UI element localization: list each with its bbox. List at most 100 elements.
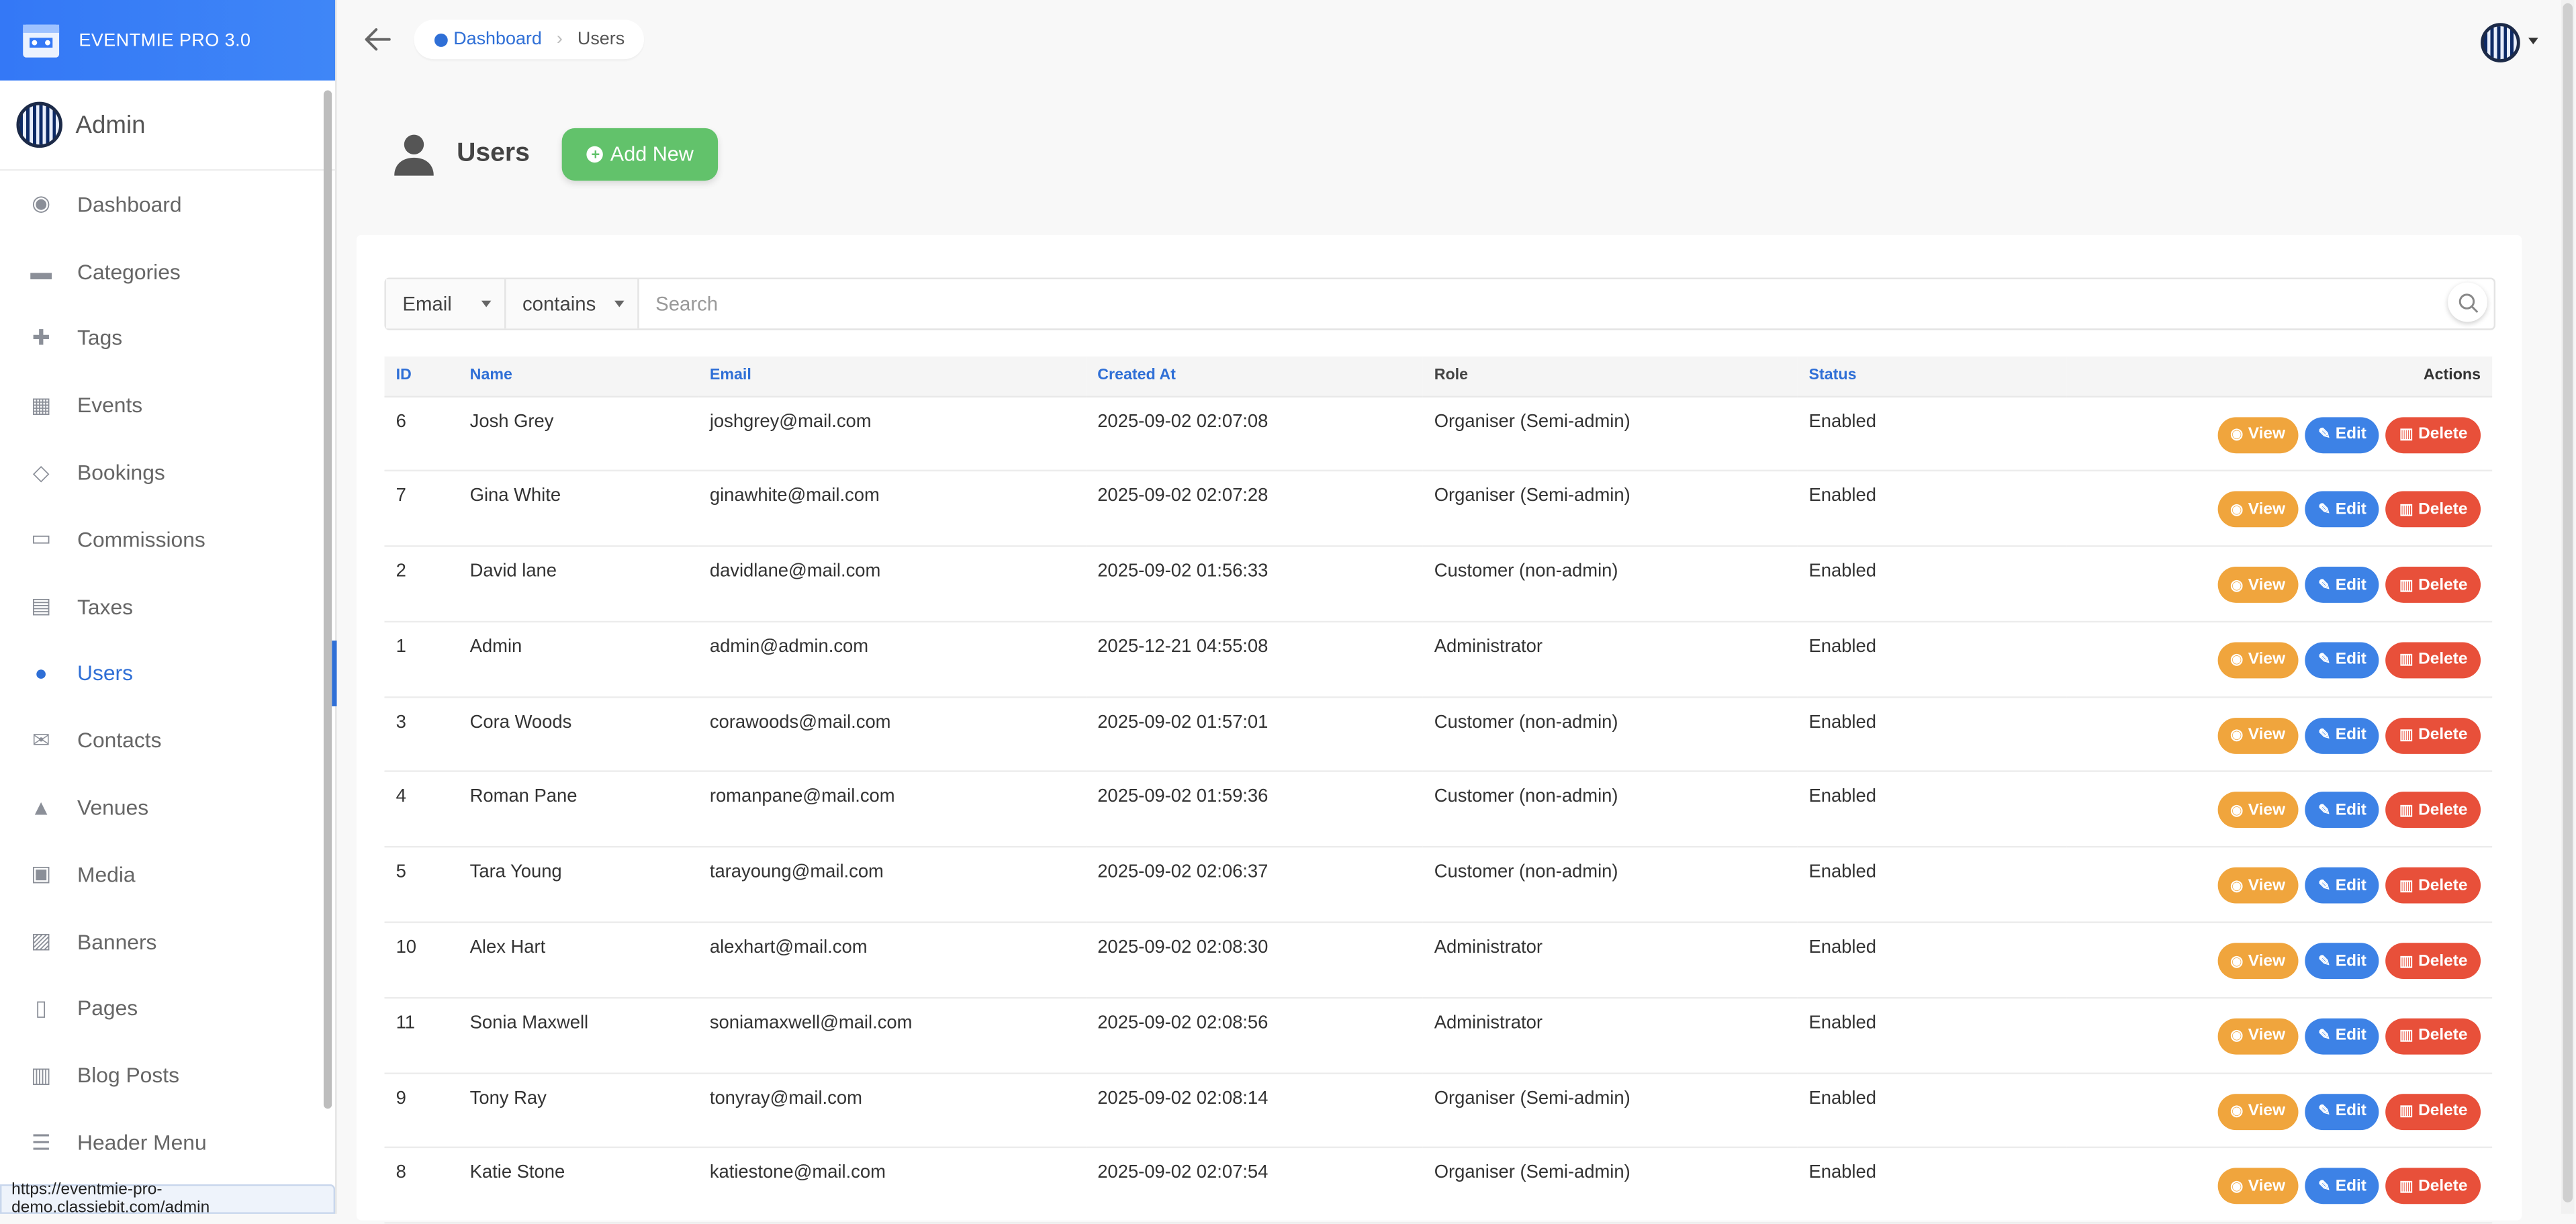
view-button[interactable]: ◉ View	[2217, 491, 2299, 528]
user-menu-avatar[interactable]	[2481, 23, 2520, 62]
page-scrollbar-thumb[interactable]	[2563, 3, 2573, 1203]
cell-role: Customer (non-admin)	[1434, 712, 1618, 733]
delete-button[interactable]: ▥ Delete	[2386, 867, 2481, 904]
delete-button[interactable]: ▥ Delete	[2386, 792, 2481, 829]
delete-button[interactable]: ▥ Delete	[2386, 943, 2481, 980]
edit-button[interactable]: ✎ Edit	[2305, 642, 2380, 679]
delete-button[interactable]: ▥ Delete	[2386, 416, 2481, 453]
search-input[interactable]: Search	[639, 279, 2448, 328]
breadcrumb-dashboard[interactable]: Dashboard	[434, 30, 542, 49]
table-row: 11 Sonia Maxwell soniamaxwell@mail.com 2025…	[384, 998, 2493, 1073]
edit-icon: ✎	[2317, 651, 2331, 668]
view-button[interactable]: ◉ View	[2217, 792, 2299, 829]
page-scrollbar[interactable]	[2561, 0, 2575, 1214]
sidebar-item-commissions[interactable]: ▭ Commissions	[0, 506, 335, 573]
trash-icon: ▥	[2399, 726, 2413, 743]
delete-button[interactable]: ▥ Delete	[2386, 642, 2481, 679]
filter-field-select[interactable]: Email	[385, 279, 506, 329]
view-button[interactable]: ◉ View	[2217, 867, 2299, 904]
sidebar-item-tags[interactable]: ✚ Tags	[0, 305, 335, 372]
delete-button[interactable]: ▥ Delete	[2386, 1093, 2481, 1130]
cell-created: 2025-09-02 02:08:14	[1097, 1088, 1269, 1109]
status-url: https://eventmie-pro-demo.classiebit.com…	[0, 1181, 336, 1217]
edit-button[interactable]: ✎ Edit	[2305, 416, 2380, 453]
delete-button[interactable]: ▥ Delete	[2386, 717, 2481, 754]
add-new-button[interactable]: + Add New	[562, 128, 719, 181]
search-button[interactable]	[2448, 282, 2487, 322]
column-header-status[interactable]: Status	[1797, 356, 2067, 397]
column-header-email[interactable]: Email	[698, 356, 1087, 397]
cell-role: Organiser (Semi-admin)	[1434, 411, 1630, 432]
sidebar-item-banners[interactable]: ▨ Banners	[0, 908, 335, 975]
cell-id: 2	[396, 561, 406, 582]
edit-button[interactable]: ✎ Edit	[2305, 792, 2380, 829]
filter-operator-value: contains	[522, 292, 596, 316]
delete-button[interactable]: ▥ Delete	[2386, 567, 2481, 604]
cell-actions: ◉ View ✎ Edit ▥ Delete	[2067, 547, 2493, 622]
edit-button[interactable]: ✎ Edit	[2305, 867, 2380, 904]
sidebar-item-events[interactable]: ▦ Events	[0, 372, 335, 439]
admin-profile[interactable]: Admin	[0, 81, 336, 171]
sidebar-item-label: Users	[77, 661, 134, 686]
cell-email: soniamaxwell@mail.com	[709, 1013, 913, 1033]
caret-down-icon[interactable]	[2528, 38, 2538, 45]
view-button[interactable]: ◉ View	[2217, 1018, 2299, 1055]
sidebar-item-venues[interactable]: ▲ Venues	[0, 774, 335, 841]
cell-actions: ◉ View ✎ Edit ▥ Delete	[2067, 998, 2493, 1073]
search-icon	[2458, 293, 2478, 312]
delete-label: Delete	[2418, 500, 2468, 519]
column-header-id[interactable]: ID	[384, 356, 459, 397]
edit-button[interactable]: ✎ Edit	[2305, 717, 2380, 754]
edit-button[interactable]: ✎ Edit	[2305, 1168, 2380, 1205]
view-button[interactable]: ◉ View	[2217, 1168, 2299, 1205]
sidebar-item-bookings[interactable]: ◇ Bookings	[0, 439, 335, 506]
edit-button[interactable]: ✎ Edit	[2305, 943, 2380, 980]
view-button[interactable]: ◉ View	[2217, 943, 2299, 980]
delete-button[interactable]: ▥ Delete	[2386, 1168, 2481, 1205]
view-button[interactable]: ◉ View	[2217, 642, 2299, 679]
view-button[interactable]: ◉ View	[2217, 416, 2299, 453]
trash-icon: ▥	[2399, 951, 2413, 969]
sidebar-item-header-menu[interactable]: ☰ Header Menu	[0, 1109, 335, 1176]
sidebar-item-blog-posts[interactable]: ▥ Blog Posts	[0, 1042, 335, 1109]
blog-icon: ▥	[31, 1062, 52, 1087]
filter-operator-select[interactable]: contains	[506, 279, 639, 329]
cell-status: Enabled	[1808, 486, 1876, 507]
cell-status: Enabled	[1808, 712, 1876, 733]
delete-button[interactable]: ▥ Delete	[2386, 1018, 2481, 1055]
table-header-row: ID Name Email Created At Role Status Act…	[384, 356, 2493, 397]
delete-button[interactable]: ▥ Delete	[2386, 491, 2481, 528]
cell-actions: ◉ View ✎ Edit ▥ Delete	[2067, 396, 2493, 471]
sidebar-item-contacts[interactable]: ✉ Contacts	[0, 707, 335, 774]
cell-email: tarayoung@mail.com	[709, 863, 884, 883]
sidebar-item-media[interactable]: ▣ Media	[0, 841, 335, 908]
sidebar-item-dashboard[interactable]: ◉ Dashboard	[0, 171, 335, 238]
cell-created: 2025-09-02 01:59:36	[1097, 788, 1269, 808]
sidebar-item-label: Blog Posts	[77, 1063, 180, 1088]
sidebar-item-users[interactable]: ● Users	[0, 640, 337, 707]
cell-email: tonyray@mail.com	[709, 1088, 862, 1109]
sidebar-scrollbar[interactable]	[323, 90, 332, 1109]
eye-icon: ◉	[2230, 1102, 2244, 1119]
column-header-name[interactable]: Name	[458, 356, 698, 397]
brand-bar[interactable]: EVENTMIE PRO 3.0	[0, 0, 336, 81]
edit-button[interactable]: ✎ Edit	[2305, 1093, 2380, 1130]
view-button[interactable]: ◉ View	[2217, 1093, 2299, 1130]
cell-id: 7	[396, 486, 406, 507]
cell-name: Katie Stone	[469, 1164, 565, 1184]
edit-button[interactable]: ✎ Edit	[2305, 491, 2380, 528]
edit-button[interactable]: ✎ Edit	[2305, 1018, 2380, 1055]
view-button[interactable]: ◉ View	[2217, 567, 2299, 604]
sidebar-item-taxes[interactable]: ▤ Taxes	[0, 573, 335, 640]
sidebar-item-label: Banners	[77, 929, 157, 954]
back-arrow-icon[interactable]	[361, 23, 394, 56]
cell-status: Enabled	[1808, 637, 1876, 657]
edit-label: Edit	[2335, 951, 2366, 970]
sidebar-item-categories[interactable]: ▬ Categories	[0, 238, 335, 305]
edit-button[interactable]: ✎ Edit	[2305, 567, 2380, 604]
app-logo-icon	[23, 23, 60, 57]
view-button[interactable]: ◉ View	[2217, 717, 2299, 754]
cell-email: davidlane@mail.com	[709, 561, 881, 582]
sidebar-item-pages[interactable]: ▯ Pages	[0, 975, 335, 1042]
column-header-created[interactable]: Created At	[1086, 356, 1423, 397]
